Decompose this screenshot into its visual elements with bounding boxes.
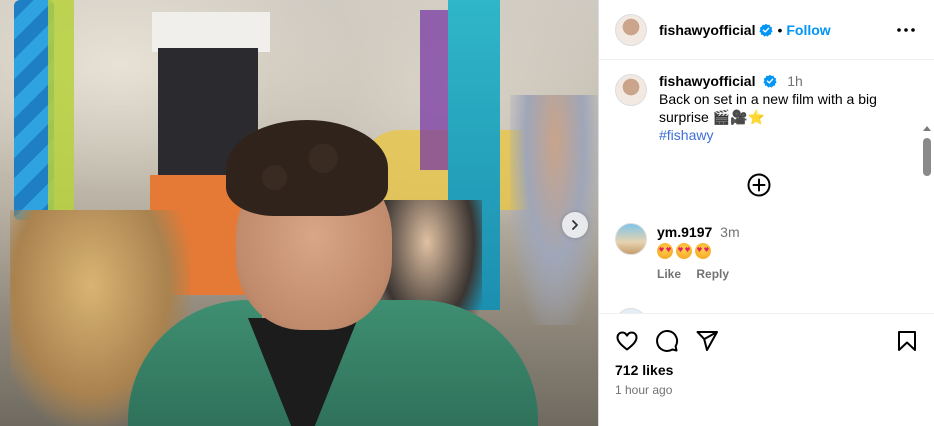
bg-banner-green [48,0,74,230]
comment-actions: Like Reply [657,265,741,283]
comments-section[interactable]: fishawyofficial 1h Back on set in a new … [599,60,934,314]
commenter-avatar[interactable] [615,308,647,313]
caption-avatar[interactable] [615,74,647,106]
verified-badge-icon [759,23,774,37]
comment-reply-button[interactable]: Reply [696,267,729,281]
author-avatar[interactable] [615,13,647,46]
more-options-icon [897,27,915,32]
comment-time[interactable]: 3m [720,224,739,240]
commenter-avatar[interactable] [615,223,647,255]
caption-username[interactable]: fishawyofficial [659,73,755,89]
scroll-up-arrow-icon[interactable] [923,126,931,131]
scrollbar-thumb[interactable] [923,138,931,176]
caption-text: Back on set in a new film with a big sur… [659,91,877,125]
comment-icon[interactable] [655,329,679,353]
comment-item: ym.9197 3m Like Reply [615,223,905,283]
chevron-right-icon [572,220,578,230]
post-header: fishawyofficial • Follow [599,0,934,60]
caption-hashtag[interactable]: #fishawy [659,126,909,144]
bookmark-icon[interactable] [895,329,919,353]
comments-scrollbar[interactable] [920,120,934,313]
post-actions [615,328,919,354]
like-count[interactable]: 712 likes [615,362,673,378]
verified-badge-icon [763,74,778,88]
post-sidebar: fishawyofficial • Follow fishawyofficial… [598,0,934,426]
header-separator: • [777,21,783,38]
star-struck-emoji-icon [695,243,711,259]
comment-like-button[interactable]: Like [657,267,681,281]
share-icon[interactable] [695,329,719,353]
post-image[interactable] [0,0,598,426]
comment-body: ym.9197 3m Like Reply [657,223,741,283]
caption-body: fishawyofficial 1h Back on set in a new … [659,72,909,144]
follow-button[interactable]: Follow [786,22,830,38]
more-options-button[interactable] [894,18,918,42]
next-image-button[interactable] [562,212,588,238]
caption: fishawyofficial 1h Back on set in a new … [599,60,934,144]
star-struck-emoji-icon [676,243,692,259]
star-struck-emoji-icon [657,243,673,259]
post-timestamp[interactable]: 1 hour ago [615,383,672,397]
load-more-comments-button[interactable] [746,172,772,198]
comment-text [657,243,741,259]
bg-person-right [510,95,598,325]
add-circle-icon [747,173,771,197]
bg-booth-sign [152,12,270,52]
comment-item-partial [615,308,647,313]
commenter-username[interactable]: ym.9197 [657,224,712,240]
caption-time[interactable]: 1h [787,73,803,89]
heart-icon[interactable] [615,329,639,353]
author-username[interactable]: fishawyofficial [659,22,755,38]
subject-hair [226,120,388,216]
